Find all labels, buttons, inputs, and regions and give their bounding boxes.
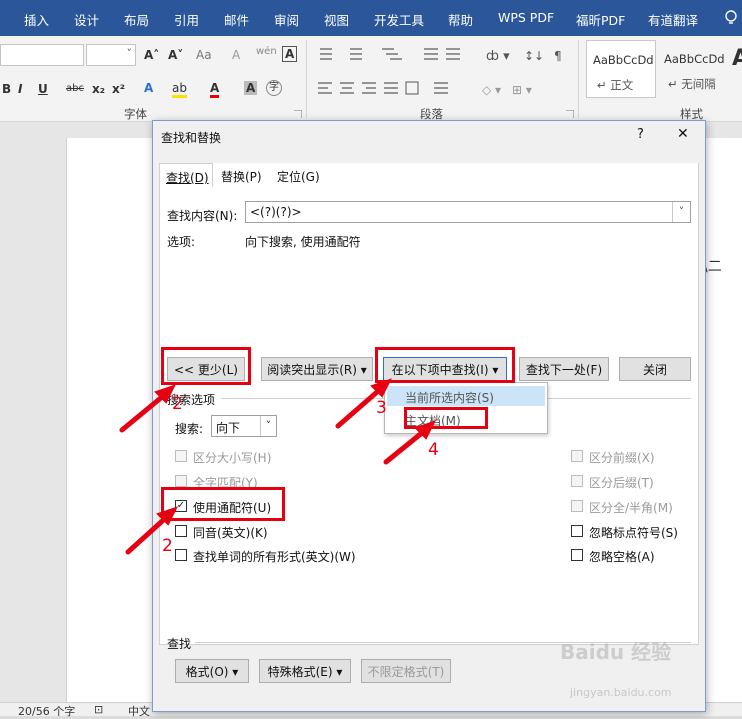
annotation-number: 2 <box>162 536 173 556</box>
watermark-logo: Baidu 经验 <box>560 640 672 664</box>
annotation-number: 3 <box>376 398 387 418</box>
annotation-number: 2 <box>172 394 183 414</box>
watermark-url: jingyan.baidu.com <box>570 686 672 699</box>
annotation-arrows <box>119 378 436 555</box>
annotation-number: 4 <box>428 440 439 460</box>
